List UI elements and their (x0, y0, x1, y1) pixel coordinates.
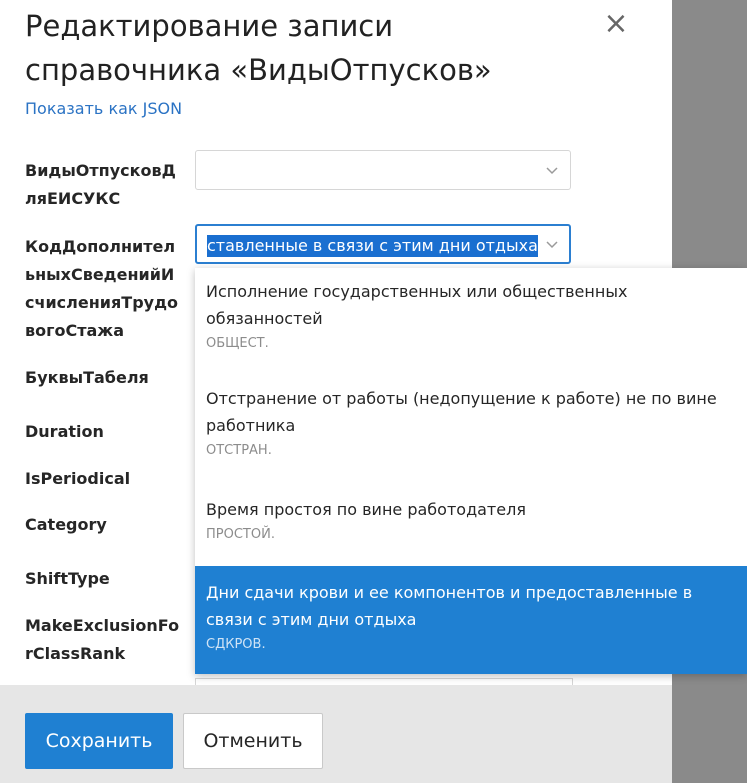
option-code: ПРОСТОЙ. (206, 527, 275, 542)
cancel-button[interactable]: Отменить (183, 713, 323, 769)
dialog-footer: Сохранить Отменить (0, 685, 672, 783)
chevron-down-icon (546, 167, 558, 175)
dropdown-option[interactable]: Время простоя по вине работодателя ПРОСТ… (195, 496, 747, 547)
field-label-make-exclusion: MakeExclusionForClassRank (25, 616, 180, 663)
close-icon[interactable]: × (602, 9, 630, 39)
field-label-shift-type: ShiftType (25, 569, 110, 588)
field-label-bukvy-tabelya: БуквыТабеля (25, 368, 149, 387)
dialog-title: Редактирование записи справочника «ВидыО… (25, 9, 492, 87)
vidy-otpuskov-eisuks-select[interactable] (195, 150, 571, 190)
option-name: Дни сдачи крови и ее компонентов и предо… (206, 583, 693, 629)
chevron-down-icon (546, 241, 558, 249)
field-label-kod-dop-svedeniy: КодДополнительныхСведенийИсчисленияТрудо… (25, 237, 178, 340)
dropdown-option-selected[interactable]: Дни сдачи крови и ее компонентов и предо… (195, 566, 747, 674)
option-name: Отстранение от работы (недопущение к раб… (206, 389, 717, 435)
dropdown-option[interactable]: Исполнение государственных или обществен… (195, 278, 747, 356)
field-label-category: Category (25, 515, 107, 534)
save-button[interactable]: Сохранить (25, 713, 173, 769)
option-code: СДКРОВ. (206, 637, 266, 652)
kod-dop-svedeniy-select[interactable]: ставленные в связи с этим дни отдыха (195, 224, 571, 264)
dropdown-option[interactable]: Отстранение от работы (недопущение к раб… (195, 385, 747, 463)
field-label-is-periodical: IsPeriodical (25, 469, 131, 488)
option-code: ОБЩЕСТ. (206, 336, 269, 351)
dropdown-list: Исполнение государственных или обществен… (195, 268, 747, 674)
field-label-duration: Duration (25, 422, 104, 441)
option-name: Исполнение государственных или обществен… (206, 282, 628, 328)
option-code: ОТСТРАН. (206, 443, 272, 458)
selected-value-text: ставленные в связи с этим дни отдыха (207, 235, 538, 257)
option-name: Время простоя по вине работодателя (206, 500, 526, 519)
show-json-link[interactable]: Показать как JSON (25, 99, 182, 118)
field-label-vidy-otpuskov-eisuks: ВидыОтпусковДляЕИСУКС (25, 161, 176, 208)
